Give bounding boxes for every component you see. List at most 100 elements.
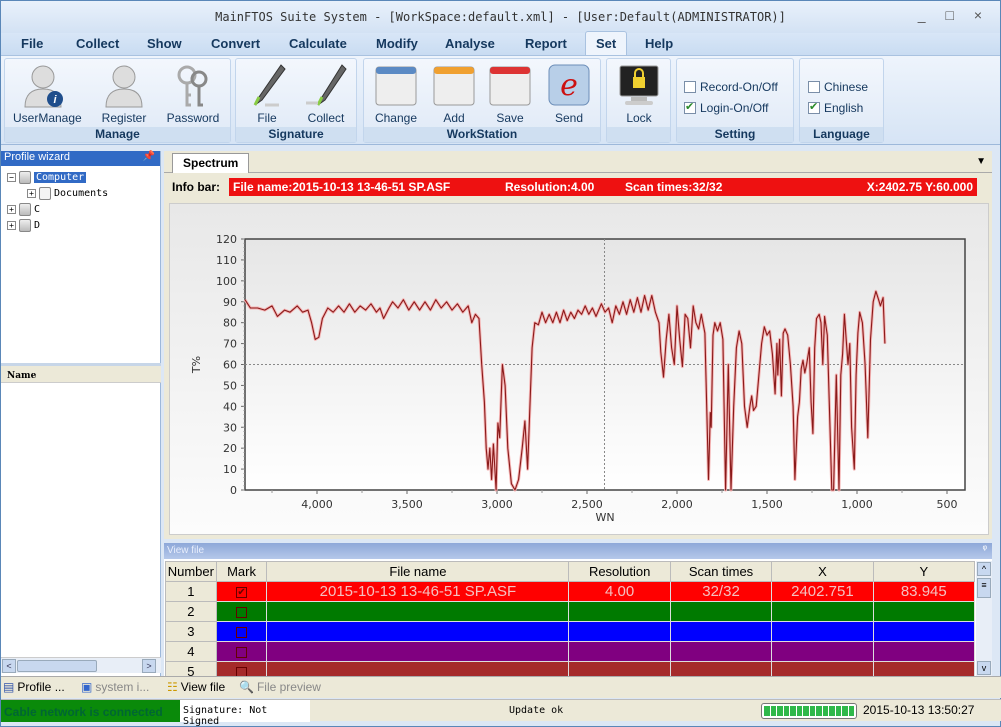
mark-checkbox[interactable]: ✔ [236,586,248,598]
column-header-number[interactable]: Number [165,561,217,582]
tree-node-computer[interactable]: − Computer [7,171,87,184]
collapse-icon[interactable]: − [7,173,16,182]
progress-segment [835,706,841,716]
record-on-off-checkbox[interactable]: Record-On/Off [684,80,778,94]
spectrum-chart-svg[interactable]: 0 10 20 30 40 50 60 70 80 90 100 110 120 4,000 3,500 3,… [170,204,990,536]
title-bar: MainFTOS Suite System - [WorkSpace:defau… [1,1,1000,33]
table-row[interactable]: 2 [165,601,976,622]
tab-spectrum[interactable]: Spectrum [172,153,250,173]
send-button[interactable]: e Send [544,63,594,125]
menu-set[interactable]: Set [585,31,628,55]
column-header-scan-times[interactable]: Scan times [669,561,773,582]
save-button[interactable]: Save [486,63,534,125]
tab-profile[interactable]: ▤ Profile ... [3,680,65,694]
menu-analyse[interactable]: Analyse [445,36,495,51]
english-checkbox-box[interactable] [808,100,820,114]
change-button[interactable]: Change [370,63,422,125]
register-button[interactable]: Register [99,63,149,125]
group-label-manage: Manage [5,127,230,142]
tab-dropdown-icon[interactable]: ▼ [976,156,986,167]
close-button[interactable]: × [974,7,990,23]
tab-file-preview[interactable]: 🔍 File preview [239,680,321,694]
login-checkbox-box[interactable] [684,100,696,114]
group-label-setting: Setting [677,127,793,142]
mark-checkbox[interactable] [236,606,248,618]
tab-system-info[interactable]: ▣ system i... [81,680,149,694]
mark-cell[interactable] [216,621,268,642]
tab-system-info-label: system i... [95,680,150,694]
menu-show[interactable]: Show [147,36,182,51]
mark-cell[interactable] [216,641,268,662]
table-cell [771,641,874,662]
pin-icon[interactable]: ᵠ [983,544,987,555]
login-on-off-checkbox[interactable]: Login-On/Off [684,100,768,115]
menu-file[interactable]: File [21,36,43,51]
info-bar-label: Info bar: [172,180,220,194]
table-row[interactable]: 4 [165,641,976,662]
signature-collect-button[interactable]: Collect [300,63,352,125]
chinese-checkbox-box[interactable] [808,81,820,93]
spectrum-chart[interactable]: 0 10 20 30 40 50 60 70 80 90 100 110 120 4,000 3,500 3,… [169,203,989,535]
window-title: MainFTOS Suite System - [WorkSpace:defau… [215,10,786,24]
group-lock: Lock [606,58,671,143]
record-checkbox-box[interactable] [684,81,696,93]
menu-help[interactable]: Help [645,36,673,51]
lock-button[interactable]: Lock [615,63,663,125]
ribbon: i UserManage Register Password Manage Fi… [1,55,1000,145]
pin-icon[interactable]: 📌 [143,151,155,162]
vertical-scrollbar[interactable]: ^ ≡ v [976,561,992,676]
tree-node-c[interactable]: + C [7,203,40,216]
pen-icon [245,63,289,109]
menu-modify[interactable]: Modify [376,36,418,51]
column-header-y[interactable]: Y [872,561,976,582]
usermanage-button[interactable]: i UserManage [13,63,82,125]
mark-checkbox[interactable] [236,646,248,658]
scroll-down-icon[interactable]: v [977,661,991,675]
scroll-left-icon[interactable]: < [2,659,16,673]
column-header-mark[interactable]: Mark [215,561,268,582]
tree-node-documents[interactable]: + Documents [27,187,108,200]
column-header-file-name[interactable]: File name [266,561,570,582]
menu-convert[interactable]: Convert [211,36,260,51]
tree-node-d[interactable]: + D [7,219,40,232]
mark-cell[interactable] [216,601,268,622]
maximize-button[interactable]: □ [945,7,961,23]
expand-icon[interactable]: + [7,205,16,214]
group-workstation: Change Add Save e Send WorkStation [363,58,601,143]
mark-checkbox[interactable] [236,626,248,638]
window-orange-icon [432,63,476,109]
menu-collect[interactable]: Collect [76,36,119,51]
chinese-checkbox[interactable]: Chinese [808,80,868,94]
tab-file-preview-label: File preview [256,680,321,694]
table-row[interactable]: 1 ✔ 2015-10-13 13-46-51 SP.ASF 4.00 32/32 240… [165,581,976,602]
minimize-button[interactable]: _ [918,7,934,23]
english-checkbox[interactable]: English [808,100,863,115]
add-button[interactable]: Add [430,63,478,125]
change-label: Change [374,111,418,125]
scroll-thumb[interactable]: ≡ [977,578,991,598]
window-red-icon [488,63,532,109]
table-row[interactable]: 3 [165,621,976,642]
progress-segment [809,706,815,716]
scroll-up-icon[interactable]: ^ [977,562,991,576]
update-status: Update ok [509,705,564,716]
horizontal-scrollbar[interactable]: < > [1,657,161,673]
table-cell [873,641,976,662]
tree-label-documents: Documents [54,188,109,199]
expand-icon[interactable]: + [7,221,16,230]
column-header-resolution[interactable]: Resolution [568,561,671,582]
menu-calculate[interactable]: Calculate [289,36,347,51]
menu-report[interactable]: Report [525,36,567,51]
app-window: MainFTOS Suite System - [WorkSpace:defau… [0,0,1001,727]
tab-view-file[interactable]: ☷ View file [167,680,225,694]
expand-icon[interactable]: + [27,189,36,198]
mark-cell[interactable]: ✔ [216,581,268,602]
password-button[interactable]: Password [163,63,223,125]
name-column-header[interactable]: Name [1,363,161,383]
signature-file-button[interactable]: File [242,63,292,125]
column-header-x[interactable]: X [771,561,874,582]
table-cell [771,601,874,622]
scroll-right-icon[interactable]: > [142,659,156,673]
scroll-thumb[interactable] [17,660,97,672]
row-number: 4 [165,641,217,662]
